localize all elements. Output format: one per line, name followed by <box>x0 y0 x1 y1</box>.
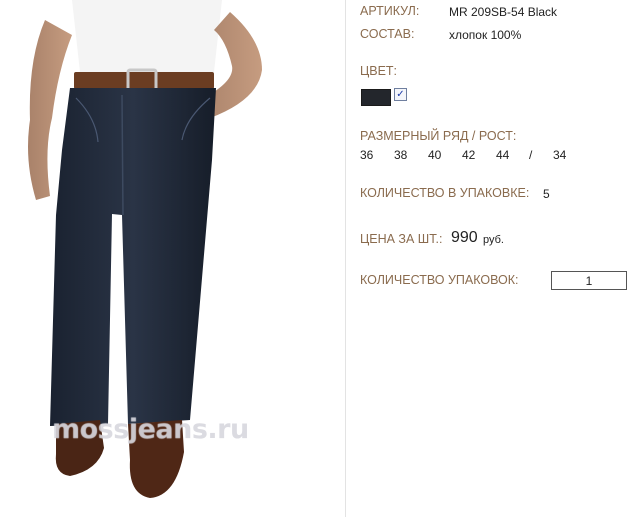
product-photo: mossjeans.ru <box>0 0 346 517</box>
size-range-label: РАЗМЕРНЫЙ РЯД / РОСТ: <box>360 129 517 143</box>
article-value: MR 209SB-54 Black <box>449 5 558 19</box>
price-currency: руб. <box>483 234 504 246</box>
size-separator: / <box>529 148 533 162</box>
composition-label: СОСТАВ: <box>360 27 415 41</box>
watermark-text: mossjeans.ru <box>52 414 249 445</box>
pack-quantity-value: 5 <box>543 187 550 201</box>
height-value: 34 <box>553 148 567 162</box>
size-item: 44 <box>496 148 510 162</box>
color-label: ЦВЕТ: <box>360 64 398 78</box>
color-checkbox[interactable]: ✓ <box>394 88 407 101</box>
article-label: АРТИКУЛ: <box>360 4 420 18</box>
pack-quantity-label: КОЛИЧЕСТВО В УПАКОВКЕ: <box>360 186 530 200</box>
size-item: 38 <box>394 148 408 162</box>
packs-quantity-label: КОЛИЧЕСТВО УПАКОВОК: <box>360 273 519 287</box>
price-label: ЦЕНА ЗА ШТ.: <box>360 232 443 246</box>
size-item: 42 <box>462 148 476 162</box>
price-value: 990 <box>451 229 478 246</box>
packs-quantity-input[interactable] <box>551 271 627 290</box>
color-swatch[interactable] <box>361 89 391 106</box>
size-item: 40 <box>428 148 442 162</box>
composition-value: хлопок 100% <box>449 28 522 42</box>
size-item: 36 <box>360 148 374 162</box>
